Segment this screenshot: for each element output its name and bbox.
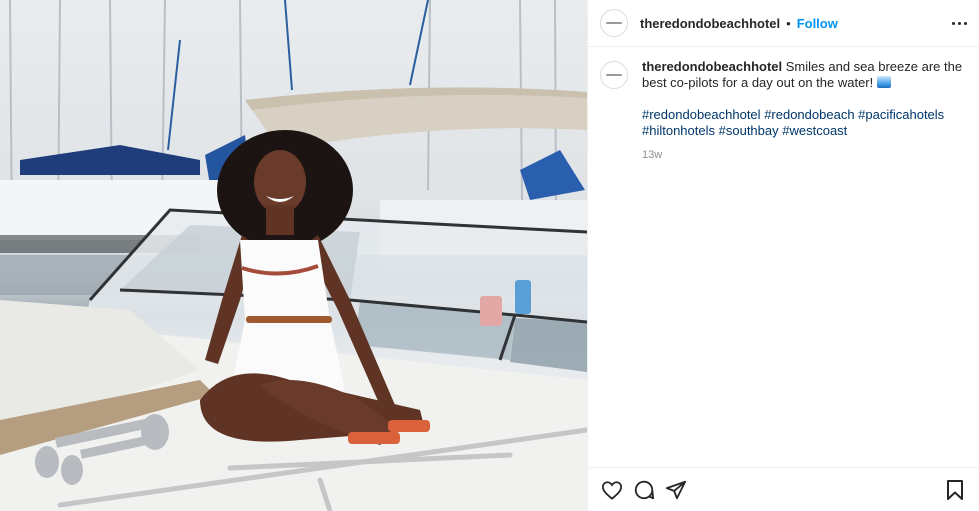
share-icon[interactable] (664, 478, 688, 502)
header-username[interactable]: theredondobeachhotel (640, 16, 780, 31)
more-options-icon[interactable] (946, 16, 967, 31)
post-timestamp[interactable]: 13w (642, 147, 967, 163)
separator-dot: • (786, 15, 791, 31)
post-photo[interactable] (0, 0, 587, 511)
boat-photo-illustration (0, 0, 587, 511)
bookmark-icon[interactable] (943, 478, 967, 502)
water-wave-icon (876, 76, 891, 88)
instagram-post: theredondobeachhotel • Follow theredondo… (0, 0, 979, 511)
post-sidebar: theredondobeachhotel • Follow theredondo… (587, 0, 979, 511)
caption: theredondobeachhotel Smiles and sea bree… (600, 59, 967, 163)
hashtag-link[interactable]: #redondobeach (764, 107, 854, 122)
hashtag-link[interactable]: #redondobeachhotel (642, 107, 761, 122)
caption-body: theredondobeachhotel Smiles and sea bree… (642, 59, 967, 163)
heart-icon[interactable] (600, 478, 624, 502)
hashtag-link[interactable]: #hiltonhotels (642, 123, 715, 138)
comments-section: theredondobeachhotel Smiles and sea bree… (588, 47, 979, 467)
comment-icon[interactable] (632, 478, 656, 502)
hotel-logo-icon (606, 74, 622, 76)
hashtag-link[interactable]: #southbay (719, 123, 779, 138)
hashtag-list: #redondobeachhotel #redondobeach #pacifi… (642, 107, 967, 139)
hotel-logo-icon (606, 22, 622, 24)
follow-button[interactable]: Follow (797, 16, 838, 31)
caption-username[interactable]: theredondobeachhotel (642, 59, 782, 74)
action-bar (588, 467, 979, 511)
caption-avatar[interactable] (600, 61, 628, 89)
hashtag-link[interactable]: #westcoast (782, 123, 847, 138)
profile-avatar[interactable] (600, 9, 628, 37)
hashtag-link[interactable]: #pacificahotels (858, 107, 944, 122)
post-header: theredondobeachhotel • Follow (588, 0, 979, 47)
